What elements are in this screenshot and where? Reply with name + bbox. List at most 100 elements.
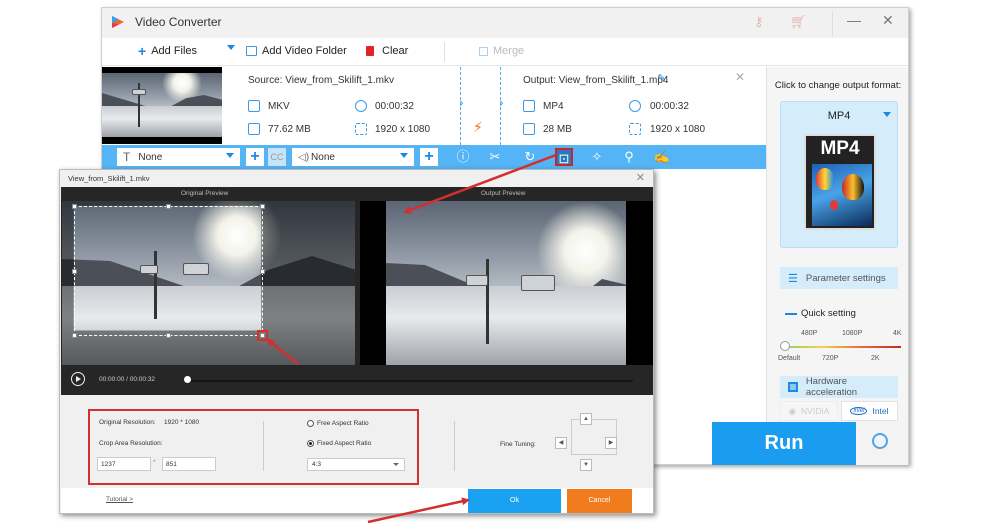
merge-label: Merge	[493, 45, 525, 57]
seek-bar[interactable]	[185, 380, 633, 382]
tutorial-link[interactable]: Tutorial >	[106, 496, 133, 503]
rotate-icon[interactable]: ↻	[521, 148, 539, 166]
scissors-icon[interactable]: ✂	[486, 148, 504, 166]
mp4-icon-label: MP4	[820, 138, 860, 159]
dialog-title: View_from_Skilift_1.mkv	[68, 174, 150, 183]
chevron-down-icon	[393, 463, 399, 466]
key-icon[interactable]: ⚷	[754, 14, 764, 30]
text-icon: T	[123, 150, 131, 164]
clear-button[interactable]: Clear	[366, 45, 408, 57]
play-button[interactable]	[71, 372, 85, 386]
crop-handle-br[interactable]	[257, 330, 268, 341]
remove-file-button[interactable]: ✕	[735, 70, 745, 84]
dialog-close-button[interactable]: ✕	[636, 171, 645, 184]
output-size: 28 MB	[543, 124, 572, 135]
crop-icon: ⊡	[558, 151, 570, 166]
free-aspect-radio[interactable]	[307, 420, 314, 427]
ok-button[interactable]: Ok	[468, 489, 561, 513]
output-preview	[386, 201, 626, 365]
speaker-icon: ◁)	[298, 151, 310, 163]
crop-height-input[interactable]	[162, 457, 216, 471]
aspect-ratio-select[interactable]: 4:3	[307, 458, 405, 471]
clock-icon	[355, 100, 367, 112]
crop-handle-t[interactable]	[166, 204, 171, 209]
output-resolution: 1920 x 1080	[650, 124, 706, 135]
intel-button[interactable]: intel Intel	[841, 401, 898, 421]
crop-handle-bl[interactable]	[72, 333, 77, 338]
crop-handle-tr[interactable]	[260, 204, 265, 209]
close-button[interactable]: ✕	[882, 12, 894, 29]
seek-handle[interactable]	[184, 376, 191, 383]
dialog-footer: Tutorial > Ok Cancel	[61, 488, 653, 513]
watermark-stamp-icon[interactable]: ⚲	[620, 148, 638, 166]
current-time: 00:00:00	[99, 376, 125, 383]
nvidia-button[interactable]: ◉ NVIDIA	[780, 401, 838, 421]
crop-handle-b[interactable]	[166, 333, 171, 338]
audio-dropdown[interactable]: ◁) None	[292, 148, 414, 166]
sliders-icon: ☰	[788, 272, 798, 285]
parameter-settings-button[interactable]: ☰ Parameter settings	[780, 267, 898, 289]
chevron-down-icon	[227, 45, 235, 50]
add-subtitle-button[interactable]: +	[246, 148, 264, 166]
crop-handle-tl[interactable]	[72, 204, 77, 209]
merge-button[interactable]: Merge	[479, 45, 524, 57]
add-dropdown-button[interactable]	[227, 45, 235, 50]
magic-wand-icon[interactable]: ✧	[588, 148, 606, 166]
snow	[386, 286, 626, 365]
minimize-button[interactable]: —	[847, 12, 861, 28]
fixed-aspect-label: Fixed Aspect Ratio	[317, 440, 372, 447]
chevron-down-icon	[226, 153, 234, 158]
quality-slider-handle[interactable]	[780, 341, 790, 351]
info-icon[interactable]: ⓘ	[454, 148, 472, 166]
cc-button[interactable]: CC	[268, 148, 286, 166]
edit-bar: T None + CC ◁) None + ⓘ ✂ ↻ ⊡ ✧ ⚲ ✍	[102, 145, 766, 169]
lightning-icon[interactable]: ⚡︎	[473, 119, 483, 136]
resolution-icon	[629, 123, 641, 135]
hardware-acceleration-button[interactable]: Hardware acceleration	[780, 376, 898, 398]
toolbar-divider	[444, 42, 445, 62]
fine-tuning-label: Fine Tuning:	[500, 441, 536, 448]
quality-tick-label: 1080P	[842, 330, 863, 337]
original-resolution-value: 1920 * 1080	[164, 419, 200, 426]
subtitle-dropdown[interactable]: T None	[117, 148, 240, 166]
crop-selection[interactable]	[72, 204, 268, 341]
crop-button[interactable]: ⊡	[555, 148, 573, 166]
add-video-folder-button[interactable]: Add Video Folder	[246, 45, 347, 57]
crop-width-input[interactable]	[97, 457, 151, 471]
fine-tune-left-button[interactable]: ◀	[555, 437, 567, 449]
toolbar: + Add Files Add Video Folder Clear Merge	[102, 38, 908, 66]
fixed-aspect-radio[interactable]	[307, 440, 314, 447]
nvidia-label: NVIDIA	[801, 406, 830, 416]
subtitle-edit-icon[interactable]: ✍	[653, 148, 671, 166]
clear-label: Clear	[382, 45, 409, 57]
fine-tune-down-button[interactable]: ▼	[580, 459, 592, 471]
output-format-selector[interactable]: MP4 MP4	[780, 101, 898, 248]
audio-value: None	[311, 151, 335, 163]
alarm-clock-icon[interactable]	[872, 433, 888, 449]
output-duration: 00:00:32	[650, 101, 689, 112]
add-files-button[interactable]: + Add Files	[138, 44, 197, 58]
preview-area: Original Preview Output Preview 00:00:00…	[61, 187, 653, 395]
crop-handle-l[interactable]	[72, 269, 77, 274]
cancel-button[interactable]: Cancel	[567, 489, 632, 513]
file-row[interactable]: Source: View_from_Skilift_1.mkv MKV 00:0…	[102, 67, 766, 145]
chevron-down-icon	[400, 153, 408, 158]
original-preview[interactable]	[62, 201, 355, 365]
cart-icon[interactable]: 🛒︎	[790, 14, 807, 30]
quality-slider-track[interactable]	[783, 346, 901, 348]
video-thumbnail[interactable]	[102, 67, 222, 144]
fine-tune-right-button[interactable]: ▶	[605, 437, 617, 449]
video-format-icon	[523, 100, 535, 112]
mp4-format-icon: MP4	[804, 134, 876, 230]
thumbnail-scene	[102, 73, 222, 137]
run-button[interactable]: Run	[712, 422, 856, 465]
add-audio-button[interactable]: +	[420, 148, 438, 166]
pencil-icon[interactable]: ✎	[657, 72, 666, 85]
source-filename: Source: View_from_Skilift_1.mkv	[248, 75, 394, 86]
fine-tune-up-button[interactable]: ▲	[580, 413, 592, 425]
video-format-icon	[248, 100, 260, 112]
quick-setting-label: Quick setting	[801, 308, 856, 319]
lift-pole	[486, 259, 489, 344]
crop-handle-r[interactable]	[260, 269, 265, 274]
add-video-folder-label: Add Video Folder	[262, 45, 347, 57]
